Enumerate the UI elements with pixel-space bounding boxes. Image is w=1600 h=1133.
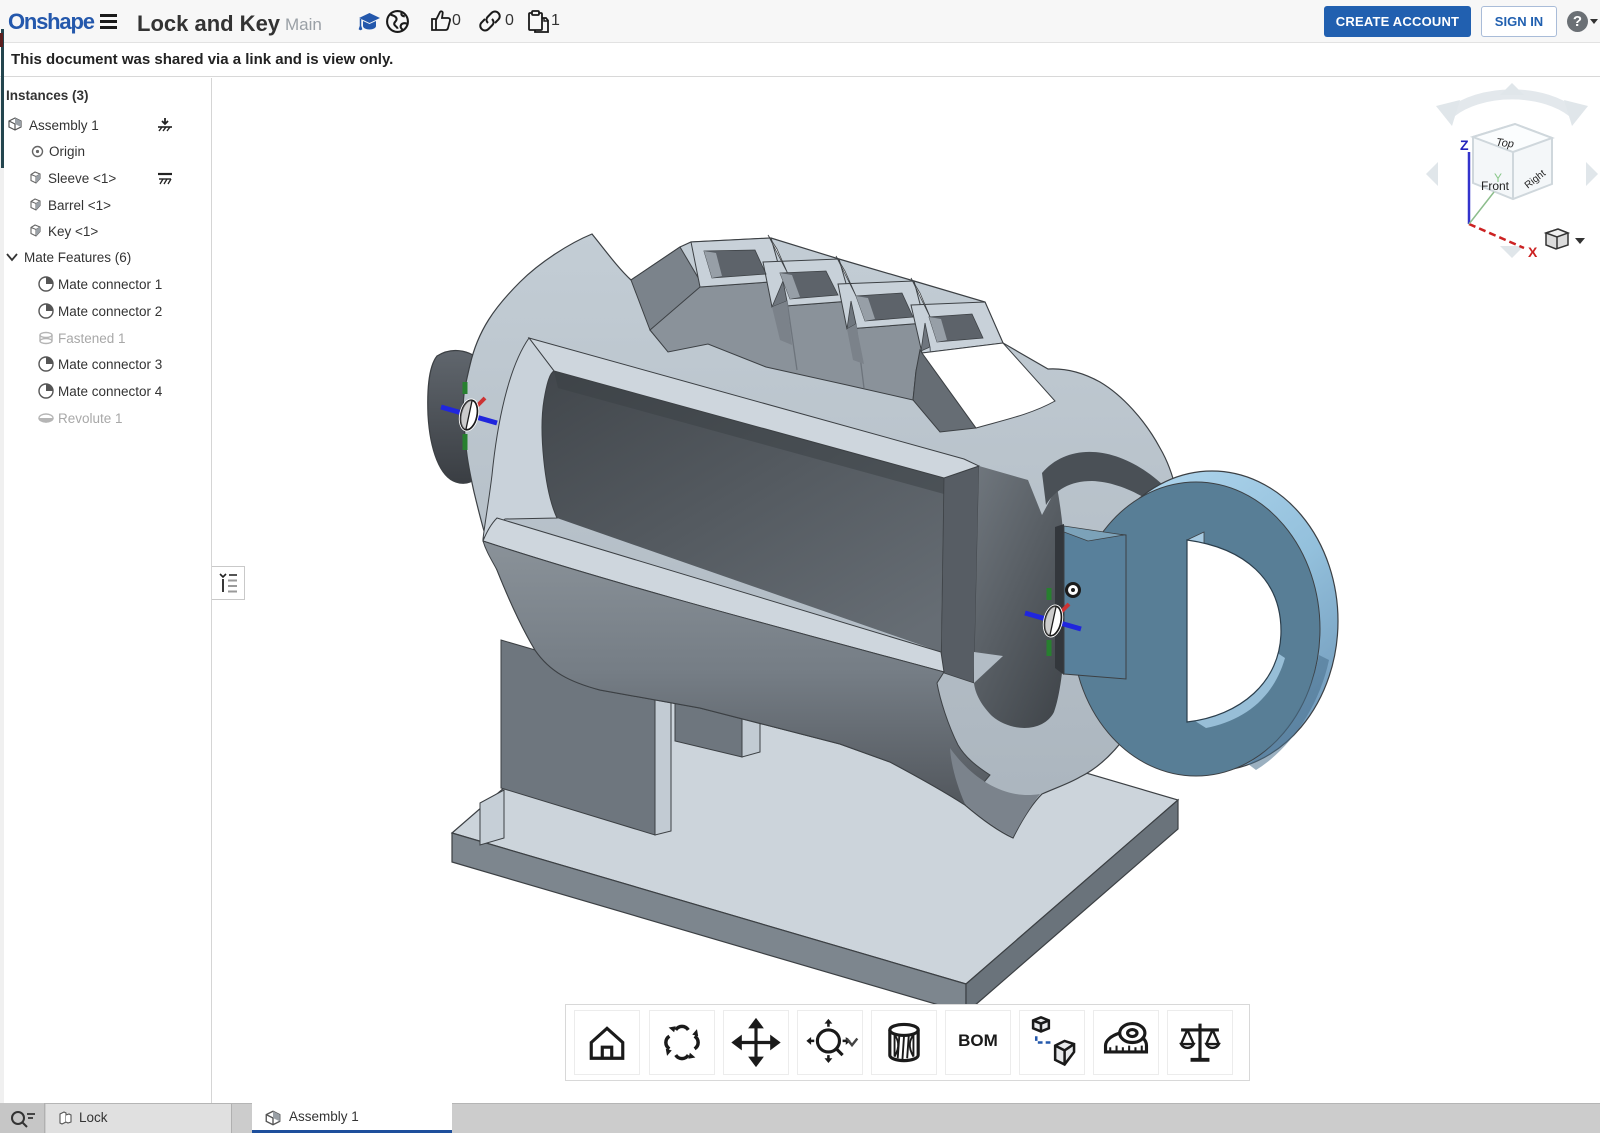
svg-text:Y: Y (1494, 171, 1502, 185)
svg-text:Z: Z (1460, 137, 1469, 153)
svg-text:Top: Top (1495, 137, 1514, 151)
svg-text:X: X (1528, 244, 1538, 260)
